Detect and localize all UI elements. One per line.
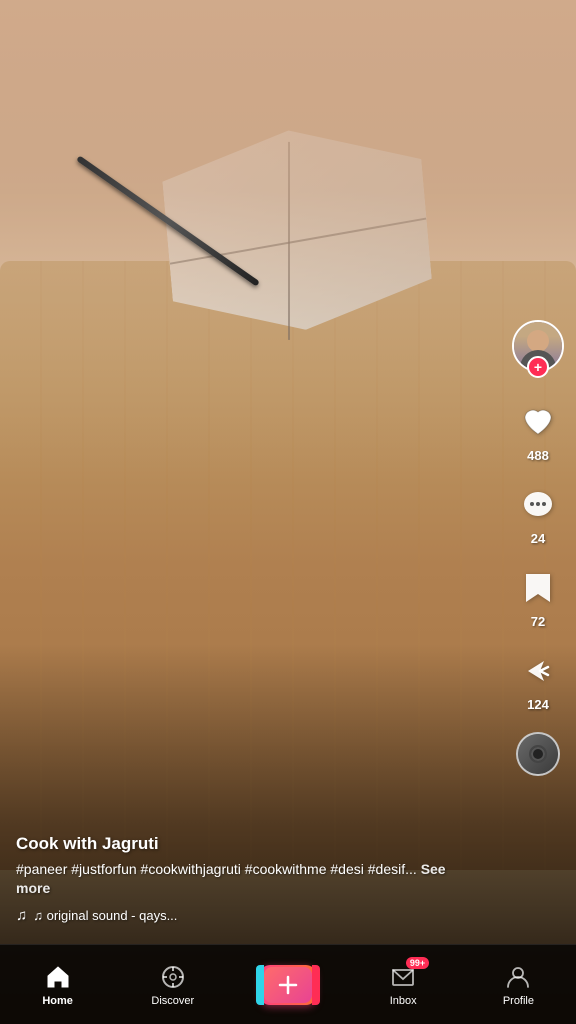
home-label: Home: [42, 995, 73, 1007]
inbox-label: Inbox: [390, 995, 417, 1007]
creator-name: Cook with Jagruti: [16, 834, 480, 854]
share-count: 124: [527, 697, 549, 712]
nav-discover[interactable]: Discover: [115, 963, 230, 1007]
comment-count: 24: [531, 531, 545, 546]
create-button[interactable]: [260, 965, 316, 1005]
bookmark-count: 72: [531, 614, 545, 629]
music-disc[interactable]: [516, 732, 560, 776]
share-action[interactable]: 124: [516, 649, 560, 712]
inbox-icon: 99+: [389, 963, 417, 991]
like-action[interactable]: 488: [516, 400, 560, 463]
home-icon: [44, 963, 72, 991]
hand-overlay: [0, 0, 576, 479]
music-title: ♫ original sound - qays...: [33, 908, 177, 923]
nav-create[interactable]: [230, 965, 345, 1005]
music-info[interactable]: ♫ ♫ original sound - qays...: [16, 907, 480, 924]
video-info: Cook with Jagruti #paneer #justforfun #c…: [0, 834, 496, 944]
bottom-nav: Home Discover: [0, 944, 576, 1024]
music-avatar[interactable]: [516, 732, 560, 776]
sidebar-actions: + 488 24 72: [512, 320, 564, 776]
nav-inbox[interactable]: 99+ Inbox: [346, 963, 461, 1007]
comment-button[interactable]: [516, 483, 560, 527]
bookmark-action[interactable]: 72: [516, 566, 560, 629]
discover-label: Discover: [151, 995, 194, 1007]
profile-icon: [504, 963, 532, 991]
music-note-icon: ♫: [16, 907, 27, 924]
creator-avatar-container[interactable]: +: [512, 320, 564, 372]
bookmark-button[interactable]: [516, 566, 560, 610]
nav-home[interactable]: Home: [0, 963, 115, 1007]
follow-button[interactable]: +: [527, 356, 549, 378]
nav-profile[interactable]: Profile: [461, 963, 576, 1007]
video-description: #paneer #justforfun #cookwithjagruti #co…: [16, 860, 480, 899]
profile-label: Profile: [503, 995, 534, 1007]
share-button[interactable]: [516, 649, 560, 693]
comment-action[interactable]: 24: [516, 483, 560, 546]
inbox-badge: 99+: [406, 957, 429, 969]
like-button[interactable]: [516, 400, 560, 444]
like-count: 488: [527, 448, 549, 463]
discover-icon: [159, 963, 187, 991]
